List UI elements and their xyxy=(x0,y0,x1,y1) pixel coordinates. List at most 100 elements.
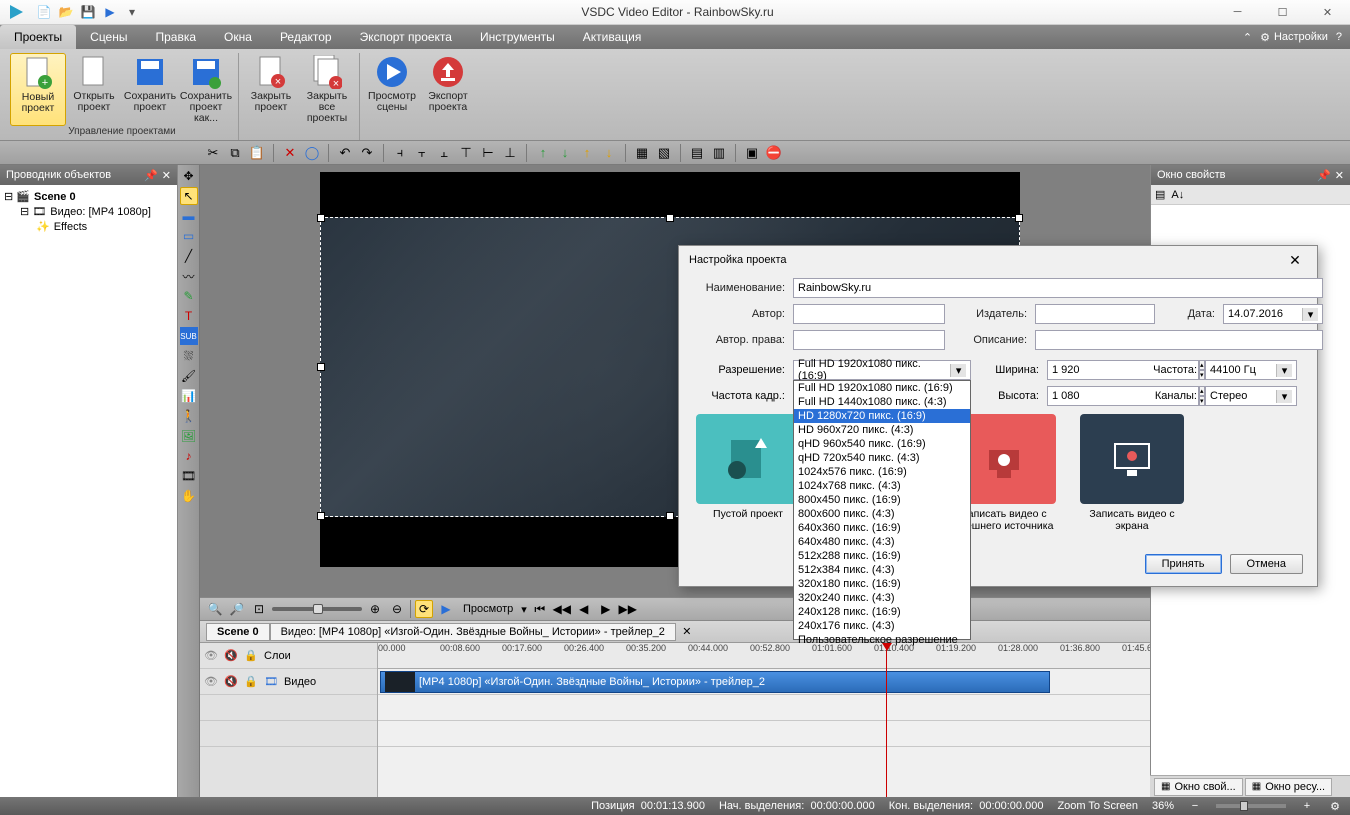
curve-icon[interactable]: 〰 xyxy=(180,267,198,285)
person-icon[interactable]: 🚶 xyxy=(180,407,198,425)
cut-icon[interactable]: ✂ xyxy=(204,144,222,162)
date-combo[interactable]: 14.07.2016▾ xyxy=(1223,304,1323,324)
resolution-option[interactable]: 512x288 пикс. (16:9) xyxy=(794,549,970,563)
sub-icon[interactable]: SUB xyxy=(180,327,198,345)
brush-icon[interactable]: 🖌 xyxy=(180,367,198,385)
resolution-option[interactable]: Full HD 1440x1080 пикс. (4:3) xyxy=(794,395,970,409)
pin-icon[interactable]: 📌 xyxy=(144,169,158,182)
zoom-mode[interactable]: Zoom To Screen xyxy=(1057,800,1138,812)
preview-scene-button[interactable]: Просмотрсцены xyxy=(364,53,420,126)
rect-icon[interactable]: ▬ xyxy=(180,207,198,225)
lock-icon[interactable]: 🔇 xyxy=(224,649,238,662)
tab-activation[interactable]: Активация xyxy=(569,25,656,49)
tab-close-icon[interactable]: ✕ xyxy=(678,623,696,641)
preview-drop-icon[interactable]: ▾ xyxy=(521,603,527,616)
resolution-option[interactable]: 320x180 пикс. (16:9) xyxy=(794,577,970,591)
align-middle-icon[interactable]: ⊢ xyxy=(479,144,497,162)
resolution-option[interactable]: HD 960x720 пикс. (4:3) xyxy=(794,423,970,437)
cancel-button[interactable]: Отмена xyxy=(1230,554,1303,574)
step-fwd-icon[interactable]: ▶ xyxy=(597,600,615,618)
handle-ml[interactable] xyxy=(317,363,325,371)
delete-icon[interactable]: ✕ xyxy=(281,144,299,162)
line-icon[interactable]: ╱ xyxy=(180,247,198,265)
track-header[interactable]: 👁 🔇 🔒 🎞 Видео xyxy=(200,669,377,695)
align-left-icon[interactable]: ⫞ xyxy=(391,144,409,162)
arrow-up2-icon[interactable]: ↑ xyxy=(578,144,596,162)
card-empty-project[interactable]: Пустой проект xyxy=(693,414,803,532)
eye-icon[interactable]: 👁 xyxy=(204,649,218,662)
status-settings-icon[interactable]: ⚙ xyxy=(1328,799,1342,813)
zoom-out-icon[interactable]: 🔍 xyxy=(206,600,224,618)
resolution-option[interactable]: 240x128 пикс. (16:9) xyxy=(794,605,970,619)
spin-up-icon[interactable]: ▴ xyxy=(1199,360,1205,370)
tab-export[interactable]: Экспорт проекта xyxy=(346,25,466,49)
video-track[interactable]: [MP4 1080p] «Изгой-Один. Звёздные Войны_… xyxy=(378,669,1150,695)
desc-input[interactable] xyxy=(1035,330,1323,350)
close-all-button[interactable]: × Закрыть всепроекты xyxy=(299,53,355,126)
status-zoom-in-icon[interactable]: + xyxy=(1300,799,1314,813)
align-top-icon[interactable]: ⊤ xyxy=(457,144,475,162)
paste-icon[interactable]: 📋 xyxy=(248,144,266,162)
tab-projects[interactable]: Проекты xyxy=(0,25,76,49)
next-icon[interactable]: ▶▶ xyxy=(619,600,637,618)
handle-tm[interactable] xyxy=(666,214,674,222)
tree-scene[interactable]: ⊟ 🎬 Scene 0 xyxy=(4,189,173,204)
status-zoom-slider[interactable] xyxy=(1216,804,1286,808)
save-project-button[interactable]: Сохранитьпроект xyxy=(122,53,178,126)
resolution-option[interactable]: HD 1280x720 пикс. (16:9) xyxy=(794,409,970,423)
channels-combo[interactable]: Стерео▾ xyxy=(1205,386,1297,406)
resolution-option[interactable]: 320x240 пикс. (4:3) xyxy=(794,591,970,605)
tab-windows[interactable]: Окна xyxy=(210,25,266,49)
handle-bm[interactable] xyxy=(666,512,674,520)
panel-close-icon[interactable]: ✕ xyxy=(1335,169,1344,182)
misc6-icon[interactable]: ⛔ xyxy=(765,144,783,162)
lock-icon[interactable]: 🔒 xyxy=(244,675,258,688)
width-spinner[interactable]: ▴▾ xyxy=(1047,360,1133,380)
sort-cat-icon[interactable]: ▤ xyxy=(1155,188,1165,201)
image-icon[interactable]: 🖼 xyxy=(180,427,198,445)
qat-open-icon[interactable]: 📂 xyxy=(58,4,74,20)
tab-scenes[interactable]: Сцены xyxy=(76,25,141,49)
handle-tr[interactable] xyxy=(1015,214,1023,222)
spray-icon[interactable]: ⛆ xyxy=(180,347,198,365)
tab-tools[interactable]: Инструменты xyxy=(466,25,569,49)
misc3-icon[interactable]: ▤ xyxy=(688,144,706,162)
new-project-button[interactable]: + Новыйпроект xyxy=(10,53,66,126)
resolution-option[interactable]: 1024x576 пикс. (16:9) xyxy=(794,465,970,479)
move-icon[interactable]: ✥ xyxy=(180,167,198,185)
arrow-down2-icon[interactable]: ↓ xyxy=(600,144,618,162)
scene-tab[interactable]: Scene 0 xyxy=(206,623,270,641)
align-right-icon[interactable]: ⫠ xyxy=(435,144,453,162)
misc2-icon[interactable]: ▧ xyxy=(655,144,673,162)
resolution-option[interactable]: 240x176 пикс. (4:3) xyxy=(794,619,970,633)
copy-icon[interactable]: ⧉ xyxy=(226,144,244,162)
first-icon[interactable]: ⏮ xyxy=(531,600,549,618)
author-input[interactable] xyxy=(793,304,945,324)
text-icon[interactable]: T xyxy=(180,307,198,325)
music-icon[interactable]: ♪ xyxy=(180,447,198,465)
bottom-tab-resources[interactable]: ▦ Окно ресу... xyxy=(1245,778,1332,796)
minimize-button[interactable]: ─ xyxy=(1215,0,1260,25)
film-icon[interactable]: 🎞 xyxy=(180,467,198,485)
zoom-slider[interactable] xyxy=(272,607,362,611)
timeline-ruler[interactable]: 00.00000:08.60000:17.60000:26.40000:35.2… xyxy=(378,643,1150,669)
misc1-icon[interactable]: ▦ xyxy=(633,144,651,162)
hand-icon[interactable]: ✋ xyxy=(180,487,198,505)
export-project-button[interactable]: Экспортпроекта xyxy=(420,53,476,126)
sort-az-icon[interactable]: A↓ xyxy=(1171,189,1184,201)
playhead[interactable] xyxy=(886,643,887,797)
close-project-button[interactable]: × Закрытьпроект xyxy=(243,53,299,126)
align-bottom-icon[interactable]: ⊥ xyxy=(501,144,519,162)
dialog-close-icon[interactable]: ✕ xyxy=(1283,248,1307,272)
spin-down-icon[interactable]: ▾ xyxy=(1199,370,1205,380)
resolution-option[interactable]: 1024x768 пикс. (4:3) xyxy=(794,479,970,493)
mute-icon[interactable]: 🔇 xyxy=(224,675,238,688)
arrow-up-icon[interactable]: ↑ xyxy=(534,144,552,162)
resolution-option[interactable]: 640x480 пикс. (4:3) xyxy=(794,535,970,549)
chart-icon[interactable]: 📊 xyxy=(180,387,198,405)
tree-video[interactable]: ⊟ 🎞 Видео: [MP4 1080p] xyxy=(4,204,173,219)
height-spinner[interactable]: ▴▾ xyxy=(1047,386,1133,406)
card-record-screen[interactable]: Записать видео с экрана xyxy=(1077,414,1187,532)
lock2-icon[interactable]: 🔒 xyxy=(244,649,258,662)
loop-icon[interactable]: ⟳ xyxy=(415,600,433,618)
